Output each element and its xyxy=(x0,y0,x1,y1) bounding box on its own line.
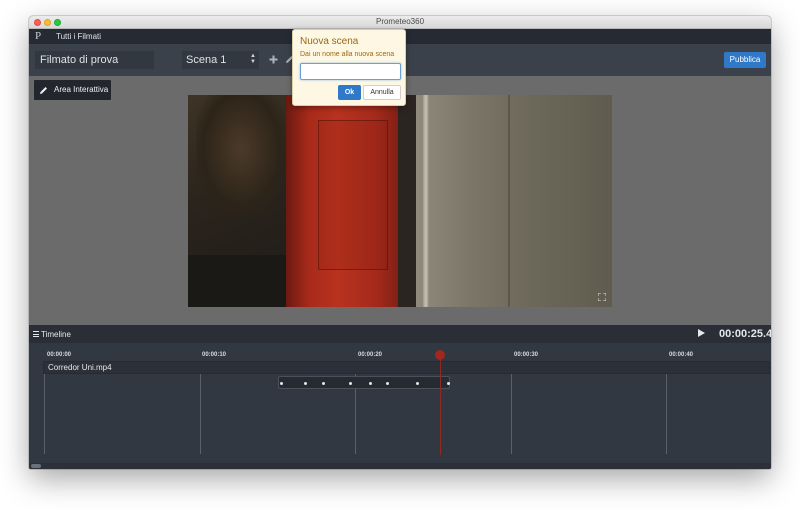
scrollbar-thumb[interactable] xyxy=(31,464,41,468)
popover-title: Nuova scena xyxy=(300,36,359,47)
timeline-scrollbar[interactable] xyxy=(29,463,771,469)
keyframe-dot[interactable] xyxy=(304,382,307,385)
scene-select[interactable]: Scena 1 ▲ ▼ xyxy=(182,51,259,69)
timeline-label: Timeline xyxy=(41,330,71,339)
title-bar: Prometeo360 xyxy=(29,16,771,29)
video-frame-pipe xyxy=(423,95,429,307)
cancel-button[interactable]: Annulla xyxy=(363,85,401,100)
track-name: Corredor Uni.mp4 xyxy=(48,363,112,372)
timeline-panel: 00:00:00 00:00:10 00:00:20 00:00:30 00:0… xyxy=(29,343,771,469)
interactive-area-button[interactable]: Area Interattiva xyxy=(34,80,111,100)
timeline-gridline xyxy=(666,374,667,454)
ruler-tick-label: 00:00:40 xyxy=(669,352,694,358)
select-arrows-icon: ▲ ▼ xyxy=(250,53,256,65)
keyframe-dot[interactable] xyxy=(447,382,450,385)
video-track[interactable]: Corredor Uni.mp4 xyxy=(43,361,770,374)
publish-button[interactable]: Pubblica xyxy=(724,52,766,68)
scene-name-input[interactable] xyxy=(300,63,401,80)
plus-icon[interactable] xyxy=(268,54,279,65)
timeline-gridline xyxy=(44,374,45,454)
new-scene-popover: Nuova scena Dai un nome alla nuova scena… xyxy=(292,29,406,106)
scene-stage: Area Interattiva xyxy=(29,76,771,325)
all-films-link[interactable]: Tutti i Filmati xyxy=(56,32,101,41)
keyframe-dot[interactable] xyxy=(369,382,372,385)
timeline-title: Timeline xyxy=(33,330,71,339)
film-title-field[interactable]: Filmato di prova xyxy=(35,51,154,69)
keyframe-dot[interactable] xyxy=(386,382,389,385)
video-frame-door-panel xyxy=(318,120,388,270)
timeline-gridline xyxy=(200,374,201,454)
interactive-area-label: Area Interattiva xyxy=(54,85,109,94)
ruler-tick-label: 00:00:20 xyxy=(358,352,383,358)
video-frame-wall xyxy=(416,95,612,307)
expand-icon[interactable] xyxy=(597,292,607,302)
keyframe-dot[interactable] xyxy=(280,382,283,385)
timeline-icon xyxy=(33,331,39,337)
app-logo: P xyxy=(35,30,42,42)
timecode-display: 00:00:25.4 xyxy=(719,328,771,340)
keyframe-dot[interactable] xyxy=(322,382,325,385)
keyframe-dot[interactable] xyxy=(416,382,419,385)
scene-select-value: Scena 1 xyxy=(186,54,227,66)
play-icon[interactable] xyxy=(698,329,705,337)
playhead-handle[interactable] xyxy=(435,350,445,360)
pencil-icon xyxy=(40,87,47,94)
popover-subtitle: Dai un nome alla nuova scena xyxy=(300,51,395,58)
video-preview[interactable] xyxy=(188,95,612,307)
video-frame-seam xyxy=(508,95,510,307)
playhead-line xyxy=(440,351,441,455)
ruler-tick-label: 00:00:10 xyxy=(202,352,227,358)
timeline-header: Timeline 00:00:25.4 xyxy=(29,325,771,343)
ruler-tick-label: 00:00:00 xyxy=(47,352,72,358)
video-frame-floor xyxy=(188,255,286,307)
keyframe-dot[interactable] xyxy=(349,382,352,385)
video-frame-figure xyxy=(196,95,286,215)
interaction-clip[interactable] xyxy=(278,376,450,389)
ruler-tick-label: 00:00:30 xyxy=(514,352,539,358)
window-title: Prometeo360 xyxy=(375,17,425,26)
video-frame-gap xyxy=(398,95,416,307)
ok-button[interactable]: Ok xyxy=(338,85,361,100)
timeline-gridline xyxy=(511,374,512,454)
